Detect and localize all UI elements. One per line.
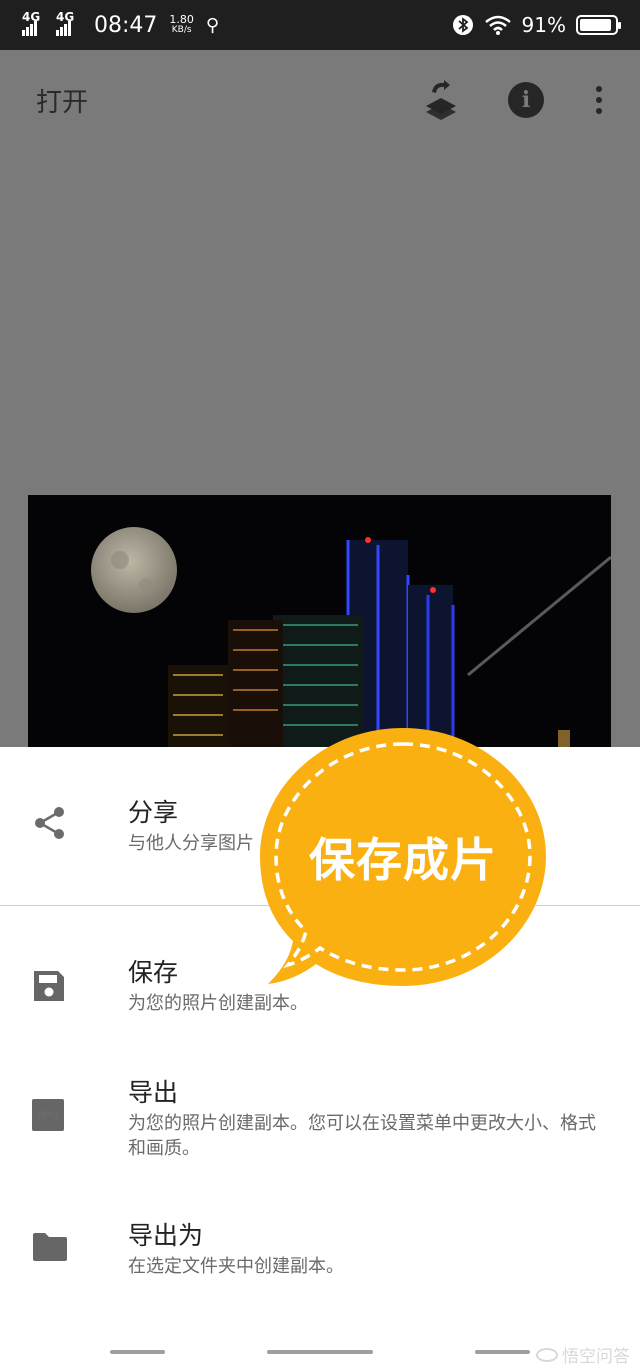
- callout-text: 保存成片: [309, 833, 497, 887]
- clock: 08:47: [94, 12, 158, 38]
- layers-rotate-icon[interactable]: [424, 80, 458, 120]
- bluetooth-icon: [452, 15, 473, 35]
- export-desc: 为您的照片创建副本。您可以在设置菜单中更改大小、格式和画质。: [128, 1113, 596, 1159]
- jpg-icon: JPG: [32, 1099, 64, 1131]
- cellular-signal-icon: 4G: [22, 10, 50, 36]
- network-speed: 1.80 KB/s: [169, 13, 194, 35]
- status-bar: 4G 4G 08:47 1.80 KB/s ⚲ 91%: [0, 0, 640, 50]
- callout-bubble: 保存成片: [258, 726, 548, 1006]
- nav-back-button[interactable]: [475, 1350, 530, 1354]
- export-title: 导出: [128, 1078, 179, 1107]
- export-as-desc: 在选定文件夹中创建副本。: [128, 1256, 344, 1277]
- nav-home-button[interactable]: [267, 1350, 373, 1354]
- share-icon: [35, 807, 64, 839]
- battery-icon: [576, 15, 621, 35]
- more-vert-icon[interactable]: [594, 86, 604, 114]
- nav-menu-button[interactable]: [110, 1350, 165, 1354]
- save-icon: [34, 971, 64, 1001]
- cellular-signal-icon-2: 4G: [56, 10, 84, 36]
- battery-percent: 91%: [521, 13, 566, 37]
- open-button[interactable]: 打开: [36, 82, 88, 119]
- info-icon[interactable]: i: [508, 82, 544, 118]
- export-as-title: 导出为: [128, 1221, 204, 1250]
- watermark: 悟空问答: [536, 1342, 630, 1367]
- wifi-icon: [484, 15, 511, 35]
- photo-preview: [28, 495, 611, 747]
- wukong-logo-icon: [536, 1347, 558, 1362]
- folder-icon: [33, 1233, 67, 1261]
- app-toolbar: 打开 i: [0, 50, 640, 150]
- usb-icon: ⚲: [205, 14, 220, 36]
